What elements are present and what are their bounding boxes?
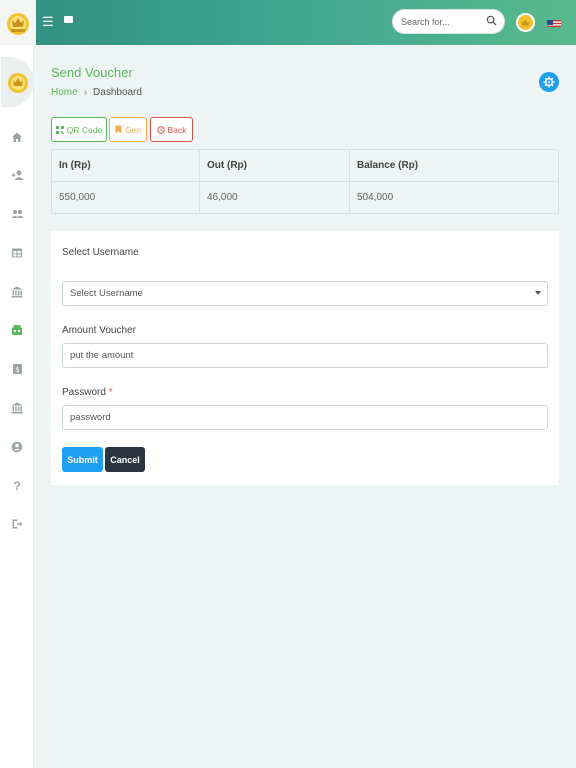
username-select-value: Select Username — [70, 288, 143, 299]
help-icon: ? — [13, 479, 21, 493]
password-input[interactable]: password — [62, 405, 548, 430]
cell-in-value: 550,000 — [51, 181, 200, 214]
back-label: Back — [167, 124, 187, 135]
sidebar-item-bank-2[interactable] — [9, 400, 25, 416]
breadcrumb-current: Dashboard — [93, 87, 142, 98]
amount-placeholder: put the amount — [70, 350, 134, 361]
bookmark-icon — [115, 125, 122, 134]
username-section-label: Select Username — [62, 247, 139, 258]
qrcode-icon — [55, 125, 64, 134]
top-bar: ☰ — [0, 0, 576, 45]
search-box — [392, 9, 505, 34]
account-icon — [11, 441, 23, 453]
hamburger-menu-icon[interactable]: ☰ — [42, 15, 54, 28]
sidebar-item-help[interactable]: ? — [9, 478, 25, 494]
amount-input[interactable]: put the amount — [62, 343, 548, 368]
crown-logo-icon — [7, 73, 28, 93]
brand-logo[interactable] — [0, 0, 36, 45]
username-select[interactable]: Select Username — [62, 281, 548, 306]
user-avatar[interactable] — [516, 13, 535, 32]
back-button[interactable]: Back — [150, 117, 193, 142]
home-icon — [12, 132, 22, 142]
breadcrumb-home-link[interactable]: Home — [51, 87, 78, 98]
breadcrumb: Home › Dashboard — [51, 87, 142, 98]
cell-out-value: 46,000 — [199, 181, 350, 214]
caret-down-icon — [535, 291, 541, 295]
cancel-button[interactable]: Cancel — [105, 447, 145, 472]
sidebar-item-account[interactable] — [9, 439, 25, 455]
table-header-row: In (Rp) Out (Rp) Balance (Rp) — [51, 149, 559, 182]
svg-text:$: $ — [15, 366, 19, 374]
bank-icon — [11, 402, 23, 414]
users-icon — [11, 210, 23, 218]
mail-icon[interactable] — [64, 16, 73, 23]
add-user-icon — [11, 170, 23, 180]
sidebar-item-logout[interactable] — [9, 516, 25, 532]
crown-logo-icon — [7, 12, 29, 35]
send-voucher-form: Select Username Select Username Amount V… — [51, 231, 559, 485]
bank-icon — [11, 286, 23, 298]
submit-button[interactable]: Submit — [62, 447, 103, 472]
qr-code-button[interactable]: QR Code — [51, 117, 107, 142]
avatar-logo-icon — [518, 15, 533, 30]
gen-label: Gen — [124, 124, 142, 135]
sidebar-item-voucher[interactable] — [9, 322, 25, 338]
search-input[interactable] — [393, 10, 478, 33]
sidebar-item-add-user[interactable] — [9, 167, 25, 183]
password-label-text: Password — [62, 387, 106, 398]
sidebar-item-users[interactable] — [9, 206, 25, 222]
table-row: 550,000 46,000 504,000 — [51, 181, 559, 214]
gen-button[interactable]: Gen — [109, 117, 147, 142]
us-flag-icon[interactable] — [547, 17, 561, 27]
required-asterisk: * — [108, 387, 113, 398]
page-title: Send Voucher — [51, 65, 133, 80]
sidebar: $ ? — [0, 45, 34, 768]
sidebar-item-table[interactable] — [9, 245, 25, 261]
cell-balance-value: 504,000 — [349, 181, 559, 214]
column-header-in: In (Rp) — [51, 149, 200, 182]
password-label: Password * — [62, 387, 113, 398]
money-icon: $ — [12, 364, 22, 374]
gear-icon — [543, 76, 555, 88]
sidebar-item-money[interactable]: $ — [9, 361, 25, 377]
column-header-balance: Balance (Rp) — [349, 149, 559, 182]
sidebar-logo — [1, 57, 34, 107]
voucher-icon — [12, 325, 22, 335]
sidebar-item-home[interactable] — [9, 129, 25, 145]
password-placeholder: password — [70, 412, 111, 423]
qr-code-label: QR Code — [66, 124, 103, 135]
summary-table: In (Rp) Out (Rp) Balance (Rp) 550,000 46… — [51, 149, 559, 214]
breadcrumb-chevron-icon: › — [83, 87, 88, 98]
settings-button[interactable] — [539, 72, 559, 92]
column-header-out: Out (Rp) — [199, 149, 350, 182]
search-icon[interactable] — [486, 15, 497, 26]
table-icon — [12, 248, 22, 258]
history-icon — [156, 125, 165, 134]
amount-label: Amount Voucher — [62, 325, 136, 336]
logout-icon — [12, 519, 23, 529]
sidebar-item-bank[interactable] — [9, 284, 25, 300]
